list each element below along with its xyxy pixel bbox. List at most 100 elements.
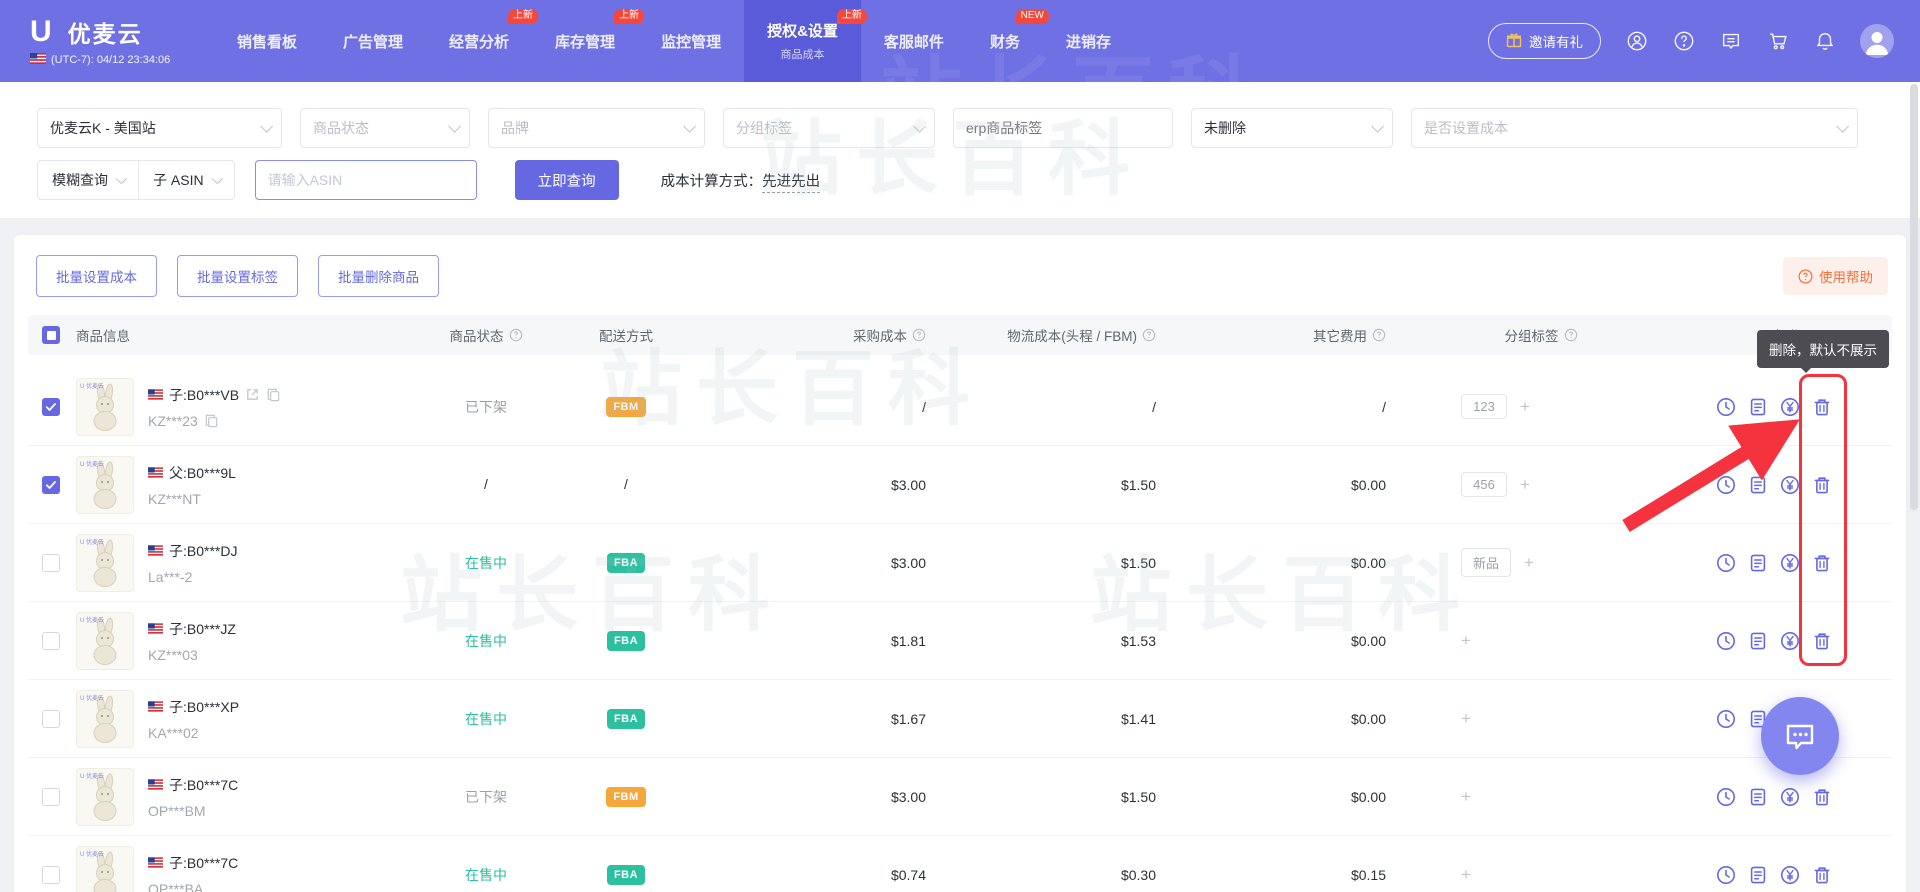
- cost-method-value[interactable]: 先进先出: [762, 173, 821, 193]
- nav-item-9[interactable]: 进销存: [1043, 0, 1134, 82]
- history-icon[interactable]: [1716, 787, 1736, 807]
- asin-type-select[interactable]: 子 ASIN: [138, 161, 234, 199]
- add-tag-button[interactable]: +: [1461, 866, 1471, 883]
- logo-area: U 优麦云 (UTC-7): 04/12 23:34:06: [0, 0, 210, 82]
- product-asin: 子:B0***7C: [169, 854, 239, 871]
- product-image: U 优麦云: [76, 533, 134, 592]
- nav-item-8[interactable]: 财务 NEW: [967, 0, 1049, 82]
- cost-record-icon[interactable]: [1748, 631, 1768, 651]
- copy-icon[interactable]: [266, 387, 281, 402]
- cart-icon[interactable]: [1766, 30, 1789, 53]
- actions-cell: [1586, 475, 1892, 495]
- nav-item-6[interactable]: 授权&设置 商品成本 上新: [744, 0, 867, 82]
- history-icon[interactable]: [1716, 397, 1736, 417]
- delete-icon[interactable]: [1812, 397, 1832, 417]
- invite-button[interactable]: 邀请有礼: [1488, 23, 1601, 59]
- nav-item-2[interactable]: 广告管理: [320, 0, 426, 82]
- set-cost-icon[interactable]: [1780, 865, 1800, 885]
- asin-input[interactable]: [254, 160, 477, 200]
- delete-icon[interactable]: [1812, 553, 1832, 573]
- filter-select-4[interactable]: 分组标签: [723, 108, 935, 148]
- filter-select-value: 是否设置成本: [1424, 120, 1508, 136]
- contact-icon[interactable]: [1625, 30, 1648, 53]
- filter-select-6[interactable]: 未删除: [1191, 108, 1393, 148]
- filter-input-5[interactable]: [953, 108, 1173, 148]
- nav-item-label: 广告管理: [343, 33, 404, 51]
- add-tag-button[interactable]: +: [1461, 632, 1471, 649]
- help-circle-icon[interactable]: [509, 328, 523, 342]
- history-icon[interactable]: [1716, 865, 1736, 885]
- history-icon[interactable]: [1716, 553, 1736, 573]
- search-button[interactable]: 立即查询: [514, 160, 619, 200]
- vertical-scrollbar[interactable]: [1910, 84, 1918, 510]
- batch-delete-button[interactable]: 批量删除商品: [318, 255, 439, 297]
- product-info-cell: U 优麦云 子:B0***JZ KZ***03: [76, 611, 426, 670]
- filter-select-7[interactable]: 是否设置成本: [1411, 108, 1858, 148]
- set-cost-icon[interactable]: [1780, 553, 1800, 573]
- set-cost-icon[interactable]: [1780, 475, 1800, 495]
- nav-item-5[interactable]: 监控管理: [638, 0, 744, 82]
- product-asin: 父:B0***9L: [169, 464, 236, 481]
- copy-icon[interactable]: [204, 413, 219, 428]
- nav-item-4[interactable]: 库存管理 上新: [532, 0, 645, 82]
- row-checkbox[interactable]: [42, 631, 60, 650]
- filter-row-2: 模糊查询 子 ASIN 立即查询 成本计算方式：先进先出: [37, 160, 1890, 200]
- batch-set-cost-button[interactable]: 批量设置成本: [36, 255, 157, 297]
- delete-icon[interactable]: [1812, 787, 1832, 807]
- bell-icon[interactable]: [1813, 30, 1836, 53]
- help-circle-icon[interactable]: [912, 328, 926, 342]
- cost-record-icon[interactable]: [1748, 397, 1768, 417]
- cost-record-icon[interactable]: [1748, 553, 1768, 573]
- add-tag-button[interactable]: +: [1461, 788, 1471, 805]
- add-tag-button[interactable]: +: [1520, 398, 1530, 415]
- history-icon[interactable]: [1716, 709, 1736, 729]
- nav-item-3[interactable]: 经营分析 上新: [426, 0, 539, 82]
- set-cost-icon[interactable]: [1780, 397, 1800, 417]
- help-link[interactable]: 使用帮助: [1783, 257, 1888, 295]
- batch-set-tag-button[interactable]: 批量设置标签: [177, 255, 298, 297]
- add-tag-button[interactable]: +: [1461, 710, 1471, 727]
- purchase-cost-value: $0.74: [890, 866, 926, 883]
- filter-select-2[interactable]: 商品状态: [300, 108, 470, 148]
- row-checkbox[interactable]: [42, 397, 60, 416]
- feedback-icon[interactable]: [1719, 30, 1742, 53]
- row-checkbox[interactable]: [42, 865, 60, 884]
- cost-record-icon[interactable]: [1748, 787, 1768, 807]
- help-circle-icon[interactable]: [1372, 328, 1386, 342]
- delivery-cell: FBM: [546, 396, 706, 417]
- external-link-icon[interactable]: [245, 387, 260, 402]
- nav-item-7[interactable]: 客服邮件: [861, 0, 967, 82]
- filter-select-3[interactable]: 品牌: [488, 108, 705, 148]
- delete-icon[interactable]: [1812, 631, 1832, 651]
- group-tag-cell: 新品 +: [1386, 548, 1586, 577]
- row-checkbox[interactable]: [42, 709, 60, 728]
- status-text: 已下架: [465, 398, 507, 415]
- nav-item-1[interactable]: 销售看板: [214, 0, 320, 82]
- chat-support-button[interactable]: [1761, 697, 1839, 775]
- delete-icon[interactable]: [1812, 865, 1832, 885]
- set-cost-icon[interactable]: [1780, 787, 1800, 807]
- set-cost-icon[interactable]: [1780, 631, 1800, 651]
- cost-record-icon[interactable]: [1748, 865, 1768, 885]
- row-checkbox[interactable]: [42, 475, 60, 494]
- checkbox-cell: [28, 553, 76, 572]
- help-icon[interactable]: [1672, 30, 1695, 53]
- delete-icon[interactable]: [1812, 475, 1832, 495]
- help-circle-icon[interactable]: [1564, 328, 1578, 342]
- product-sku: KZ***NT: [148, 490, 201, 507]
- help-circle-icon[interactable]: [1142, 328, 1156, 342]
- select-all-checkbox[interactable]: [42, 326, 60, 344]
- add-tag-button[interactable]: +: [1524, 554, 1534, 571]
- logistics-cost-value: $1.50: [1120, 476, 1156, 493]
- group-tag-cell: +: [1386, 710, 1586, 727]
- history-icon[interactable]: [1716, 631, 1736, 651]
- row-checkbox[interactable]: [42, 553, 60, 572]
- fuzzy-query-select[interactable]: 模糊查询: [38, 161, 138, 199]
- cost-record-icon[interactable]: [1748, 475, 1768, 495]
- row-checkbox[interactable]: [42, 787, 60, 806]
- avatar[interactable]: [1860, 24, 1894, 58]
- nav-item-label: 库存管理: [555, 33, 616, 51]
- filter-select-1[interactable]: 优麦云K - 美国站: [37, 108, 282, 148]
- history-icon[interactable]: [1716, 475, 1736, 495]
- add-tag-button[interactable]: +: [1520, 476, 1530, 493]
